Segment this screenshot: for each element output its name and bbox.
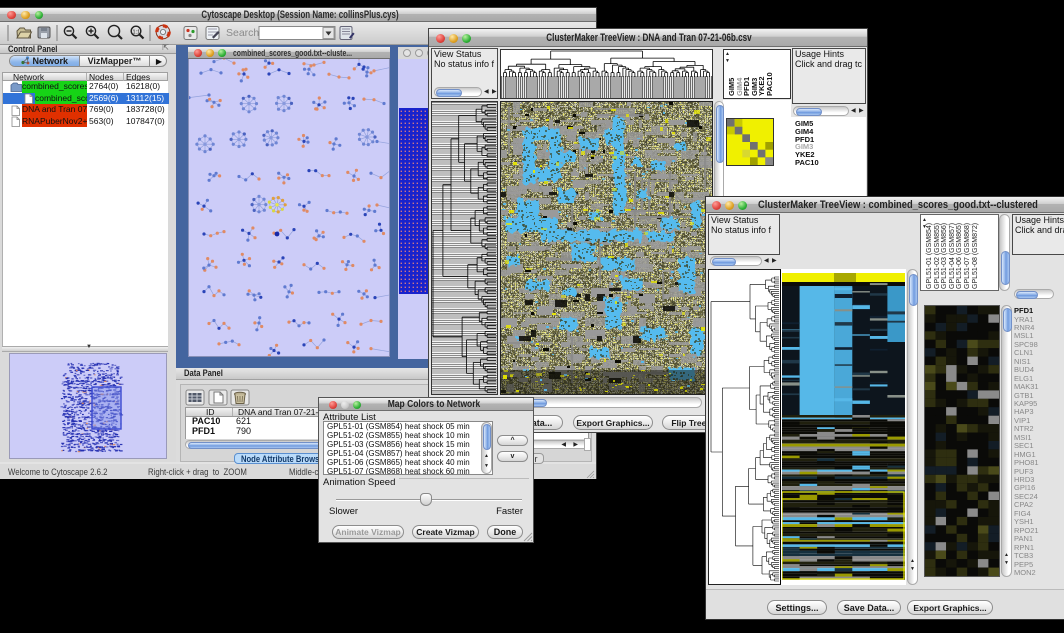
svg-text:Search:: Search:	[226, 27, 262, 39]
svg-text:1:1: 1:1	[133, 29, 141, 35]
